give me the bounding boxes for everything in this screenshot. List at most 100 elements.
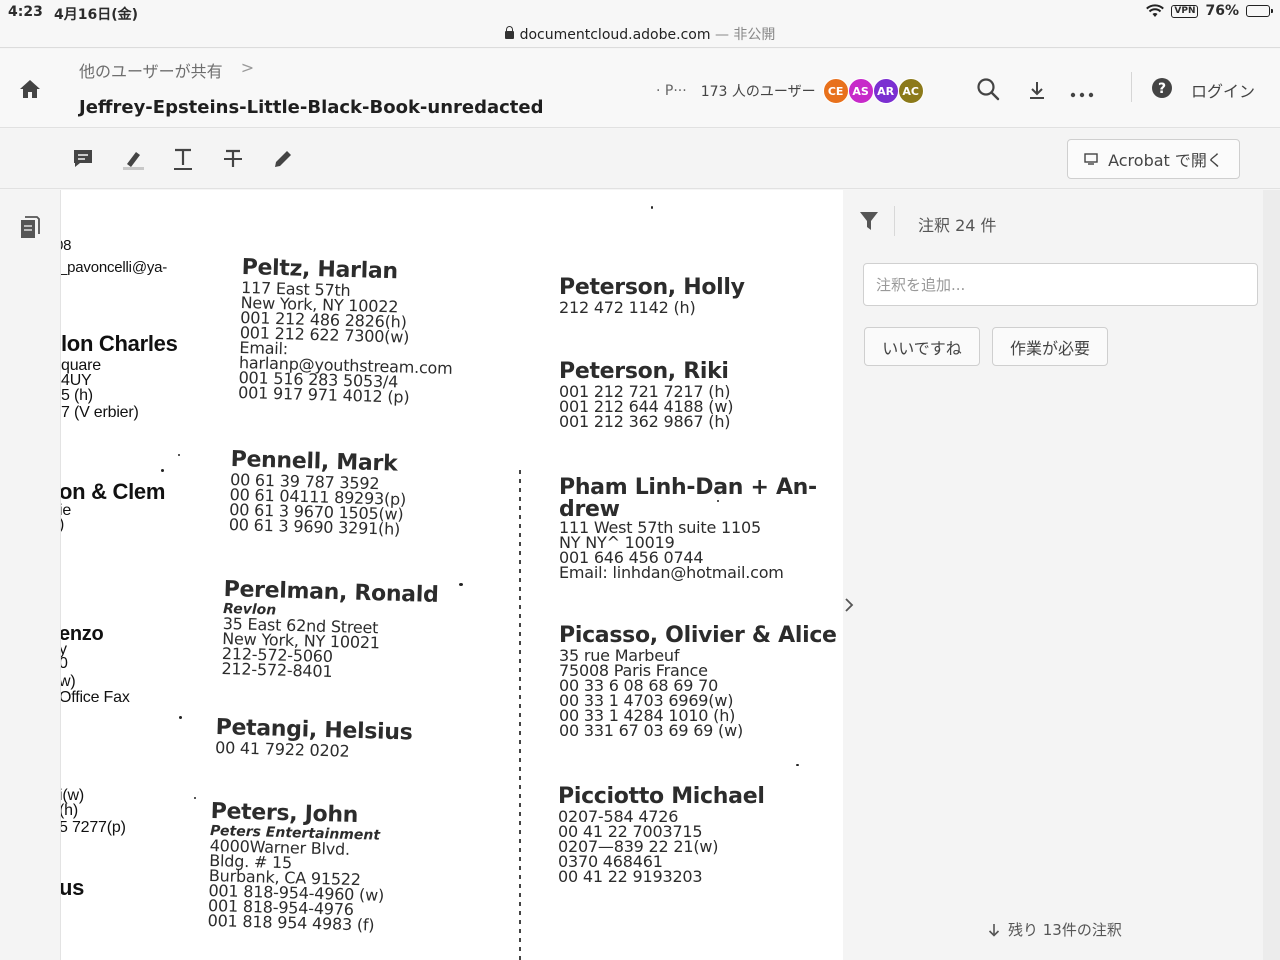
breadcrumb: 他のユーザーが共有 > — [79, 58, 254, 82]
avatar: AC — [897, 78, 924, 104]
status-date: 4月16日(金) — [54, 7, 139, 23]
text-fragment: 08 — [61, 237, 72, 254]
open-in-acrobat-button[interactable]: Acrobat で開く — [1067, 139, 1240, 179]
add-comment-input[interactable] — [863, 263, 1258, 306]
contact-entry: Petangi, Helsius 00 41 7922 0202 — [215, 715, 516, 763]
private-label: — 非公開 — [714, 27, 776, 43]
user-count: 173 人のユーザー — [700, 84, 816, 100]
search-icon[interactable] — [974, 75, 1002, 103]
contact-name: Picciotto Michael — [558, 784, 765, 809]
avatar-group[interactable]: CE AS AR AC — [822, 78, 924, 104]
open-in-acrobat-label: Acrobat で開く — [1108, 151, 1223, 170]
share-truncated-label: · P··· — [656, 83, 687, 99]
download-icon[interactable] — [1023, 77, 1051, 105]
scrollbar-track[interactable] — [1263, 190, 1280, 960]
scan-speck — [796, 764, 799, 766]
text-fragment: w) — [61, 673, 76, 690]
app-header: 他のユーザーが共有 > Jeffrey-Epsteins-Little-Blac… — [0, 49, 1280, 128]
more-options-icon[interactable] — [1068, 79, 1096, 107]
strikethrough-icon[interactable] — [220, 146, 246, 172]
scan-speck — [179, 716, 182, 719]
contact-name: Peterson, Riki — [559, 359, 729, 384]
comment-count: 注釈 24 件 — [918, 216, 997, 235]
document-title: Jeffrey-Epsteins-Little-Black-Book-unred… — [79, 97, 544, 118]
contact-entry: Peltz, Harlan 117 East 57th New York, NY… — [238, 255, 542, 408]
login-link[interactable]: ログイン — [1191, 78, 1255, 102]
help-icon[interactable]: ? — [1149, 75, 1177, 103]
contact-entry: Peters, John Peters Entertainment 4000Wa… — [207, 799, 510, 936]
contact-line: Email: linhdan@hotmail.com — [559, 563, 784, 582]
text-fragment: t_pavoncelli@ya- — [61, 259, 168, 276]
battery-percent: 76% — [1205, 3, 1239, 19]
contact-entry: Perelman, Ronald Revlon 35 East 62nd Str… — [221, 577, 524, 684]
address-bar[interactable]: documentcloud.adobe.com — 非公開 — [0, 24, 1280, 44]
text-fragment: 7 (V erbier) — [61, 404, 139, 421]
lock-icon — [504, 26, 514, 39]
contact-line: 00 331 67 03 69 69 (w) — [559, 721, 744, 740]
pencil-icon[interactable] — [270, 146, 296, 172]
filter-icon[interactable] — [859, 210, 879, 232]
contact-name: Peterson, Holly — [559, 275, 745, 300]
breadcrumb-parent[interactable]: 他のユーザーが共有 — [79, 58, 223, 82]
avatar: AR — [872, 78, 899, 104]
text-fragment: ) — [61, 517, 64, 533]
comments-panel: 注釈 24 件 いいですね 作業が必要 残り 13件の注釈 — [843, 190, 1263, 960]
scan-speck — [651, 206, 653, 209]
text-fragment: Office Fax — [61, 689, 130, 706]
highlight-icon[interactable] — [120, 146, 146, 172]
wifi-icon — [1146, 4, 1165, 17]
contact-line: 00 41 22 9193203 — [558, 867, 703, 886]
left-rail — [0, 190, 61, 960]
home-icon[interactable] — [18, 77, 42, 101]
text-fragment: quare — [61, 357, 101, 374]
contact-line: 212 472 1142 (h) — [559, 298, 696, 317]
scan-speck — [161, 469, 164, 472]
scan-speck — [459, 583, 463, 586]
text-fragment: 5 (h) — [61, 387, 93, 404]
document-page[interactable]: 08 t_pavoncelli@ya- lon Charles quare 4U… — [61, 190, 843, 960]
app-root: 4:23 4月16日(金) documentcloud.adobe.com — … — [0, 0, 1280, 960]
contact-entry: Pham Linh-Dan + An- drew 111 West 57th s… — [559, 476, 843, 582]
remaining-comments-link[interactable]: 残り 13件の注釈 — [988, 919, 1122, 940]
like-filter-chip[interactable]: いいですね — [864, 327, 980, 366]
chevron-right-icon[interactable] — [843, 596, 855, 614]
scan-speck — [194, 797, 196, 799]
battery-icon — [1246, 5, 1273, 17]
scan-fold-line — [519, 470, 521, 960]
text-fragment: 0 — [61, 655, 68, 672]
vpn-badge: VPN — [1171, 4, 1199, 18]
chevron-right-icon: > — [240, 58, 255, 77]
annotation-toolbar: Acrobat で開く — [0, 129, 1280, 189]
header-divider — [1131, 72, 1132, 102]
monitor-icon — [1084, 153, 1098, 165]
scan-speck — [178, 454, 180, 456]
share-info[interactable]: · P··· 173 人のユーザー CE AS AR AC — [656, 78, 924, 104]
status-bar: 4:23 4月16日(金) documentcloud.adobe.com — … — [0, 0, 1280, 48]
text-tool-icon[interactable] — [170, 146, 196, 172]
contact-entry: Pennell, Mark 00 61 39 787 3592 00 61 04… — [229, 447, 531, 540]
contact-name: Picasso, Olivier & Alice — [559, 623, 837, 648]
text-fragment: enzo — [61, 623, 104, 645]
text-fragment: lon Charles — [61, 331, 178, 356]
text-fragment: 5 7277(p) — [61, 819, 126, 836]
page-thumbnails-icon[interactable] — [18, 215, 42, 241]
comment-icon[interactable] — [70, 146, 96, 172]
contact-entry: Peterson, Holly 212 472 1142 (h) — [559, 275, 843, 317]
contact-entry: Picciotto Michael 0207-584 4726 00 41 22… — [558, 784, 843, 886]
panel-divider — [894, 206, 895, 236]
text-fragment: us — [61, 875, 85, 900]
text-fragment: (h) — [61, 802, 78, 819]
scan-speck — [717, 500, 719, 502]
avatar: CE — [822, 78, 849, 104]
contact-line: 001 212 362 9867 (h) — [559, 412, 731, 431]
text-fragment: 4UY — [61, 372, 92, 389]
needs-work-filter-chip[interactable]: 作業が必要 — [992, 327, 1108, 366]
text-fragment: i(w) — [61, 787, 84, 804]
status-indicators: VPN 76% — [1146, 3, 1273, 19]
svg-text:?: ? — [1158, 81, 1166, 97]
status-time: 4:23 — [8, 4, 43, 20]
url-text: documentcloud.adobe.com — [519, 27, 711, 43]
contact-entry: Peterson, Riki 001 212 721 7217 (h) 001 … — [559, 359, 843, 431]
avatar: AS — [847, 78, 874, 104]
contact-name-continued: drew — [559, 497, 620, 522]
